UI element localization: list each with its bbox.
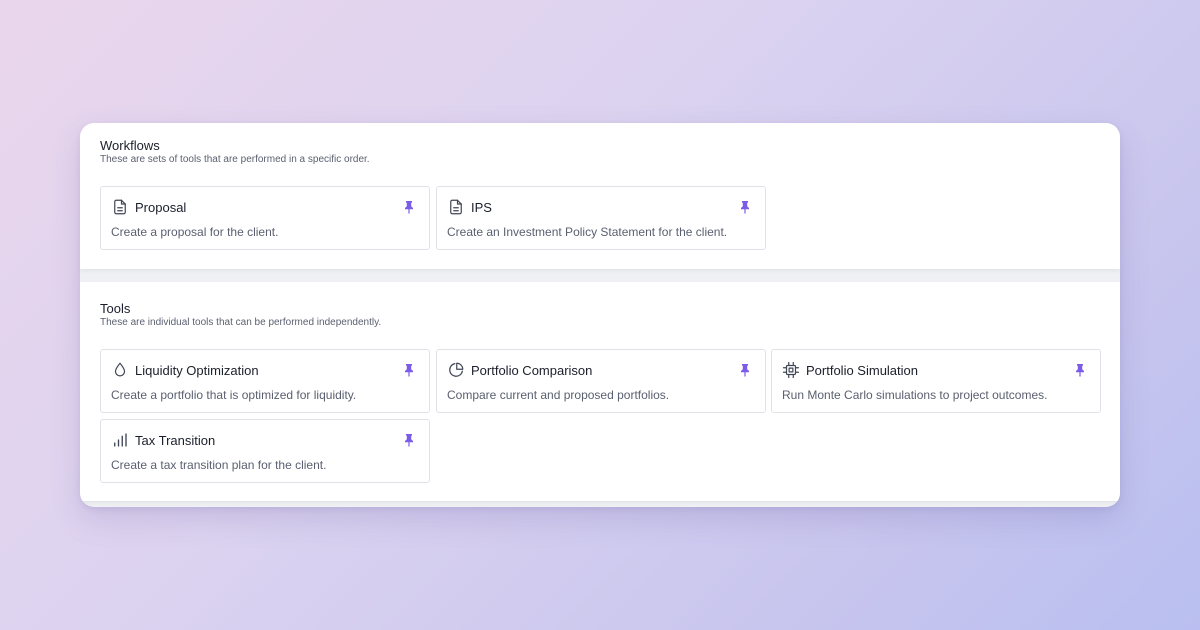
card-description: Create a portfolio that is optimized for…: [111, 388, 357, 402]
card-title: Portfolio Simulation: [806, 363, 918, 378]
card-title: Proposal: [135, 200, 187, 215]
card-title: Liquidity Optimization: [135, 363, 259, 378]
cpu-chip-icon: [782, 361, 800, 379]
tools-panel: Workflows These are sets of tools that a…: [80, 123, 1120, 507]
workflow-card-proposal[interactable]: Proposal Create a proposal for the clien…: [100, 186, 430, 250]
workflows-title: Workflows: [100, 138, 160, 153]
tools-subtitle: These are individual tools that can be p…: [100, 317, 382, 328]
workflows-subtitle: These are sets of tools that are perform…: [100, 154, 370, 165]
document-icon: [447, 198, 465, 216]
pin-icon[interactable]: [1074, 363, 1086, 377]
card-description: Run Monte Carlo simulations to project o…: [782, 388, 1048, 402]
bar-chart-icon: [111, 431, 129, 449]
card-title: Tax Transition: [135, 433, 216, 448]
pin-icon[interactable]: [403, 433, 415, 447]
card-description: Compare current and proposed portfolios.: [447, 388, 670, 402]
pin-icon[interactable]: [403, 200, 415, 214]
card-description: Create a tax transition plan for the cli…: [111, 458, 327, 472]
pin-icon[interactable]: [739, 200, 751, 214]
tool-card-tax-transition[interactable]: Tax Transition Create a tax transition p…: [100, 419, 430, 483]
tool-card-portfolio-simulation[interactable]: Portfolio Simulation Run Monte Carlo sim…: [771, 349, 1101, 413]
pin-icon[interactable]: [403, 363, 415, 377]
card-description: Create a proposal for the client.: [111, 225, 279, 239]
workflows-section: Workflows These are sets of tools that a…: [80, 123, 1120, 269]
pie-chart-icon: [447, 361, 465, 379]
tools-section: Tools These are individual tools that ca…: [80, 282, 1120, 501]
workflow-card-ips[interactable]: IPS Create an Investment Policy Statemen…: [436, 186, 766, 250]
card-title: IPS: [471, 200, 492, 215]
document-icon: [111, 198, 129, 216]
tools-title: Tools: [100, 301, 131, 316]
card-description: Create an Investment Policy Statement fo…: [447, 225, 728, 239]
tool-card-liquidity-optimization[interactable]: Liquidity Optimization Create a portfoli…: [100, 349, 430, 413]
pin-icon[interactable]: [739, 363, 751, 377]
tool-card-portfolio-comparison[interactable]: Portfolio Comparison Compare current and…: [436, 349, 766, 413]
card-title: Portfolio Comparison: [471, 363, 593, 378]
droplet-icon: [111, 361, 129, 379]
